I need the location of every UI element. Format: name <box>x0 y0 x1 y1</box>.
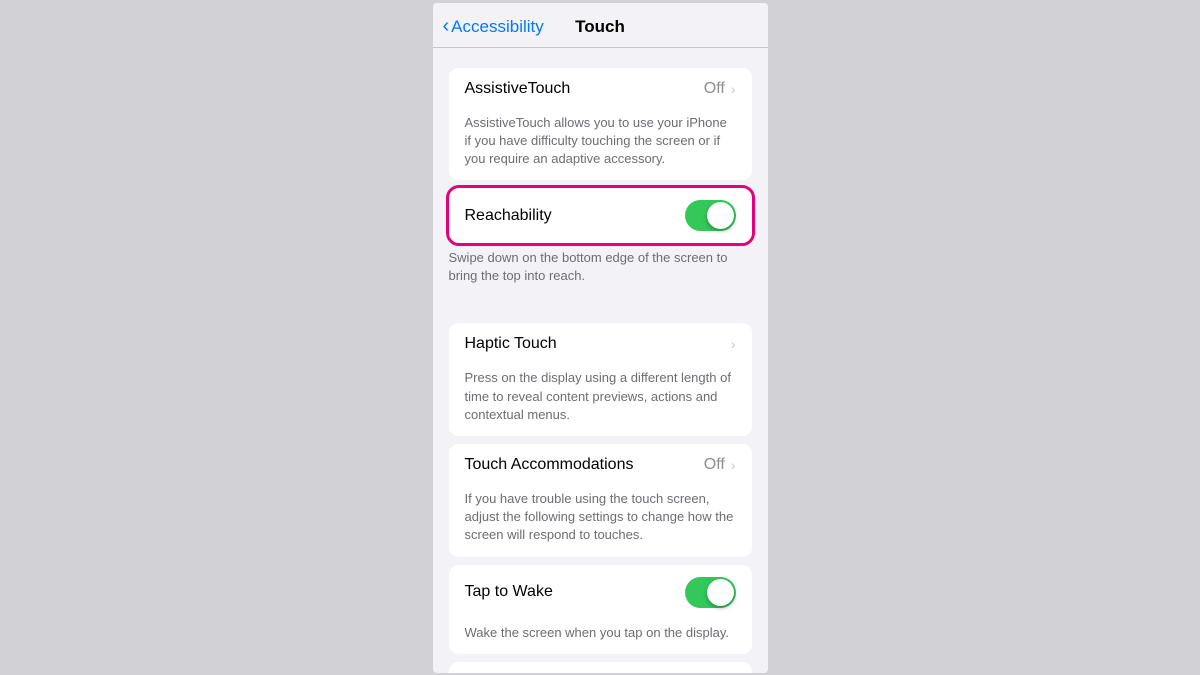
assistivetouch-card: AssistiveTouch Off › AssistiveTouch allo… <box>449 68 752 181</box>
touch-accommodations-card: Touch Accommodations Off › If you have t… <box>449 444 752 557</box>
back-button[interactable]: ‹ Accessibility <box>443 17 544 37</box>
page-title: Touch <box>575 17 625 37</box>
toggle-thumb <box>707 579 734 606</box>
chevron-right-icon: › <box>731 81 736 97</box>
chevron-right-icon: › <box>731 457 736 473</box>
tap-to-wake-row[interactable]: Tap to Wake <box>449 565 752 620</box>
touch-accommodations-right: Off › <box>704 456 736 474</box>
haptic-touch-row[interactable]: Haptic Touch › <box>449 323 752 365</box>
tap-to-wake-toggle[interactable] <box>685 577 736 608</box>
back-chevron-icon: ‹ <box>443 16 450 36</box>
reachability-description: Swipe down on the bottom edge of the scr… <box>433 243 768 295</box>
touch-accommodations-value: Off <box>704 456 725 474</box>
shake-to-undo-card: Shake to Undo If you tend to shake your … <box>449 662 752 673</box>
assistivetouch-row[interactable]: AssistiveTouch Off › <box>449 68 752 110</box>
assistivetouch-right: Off › <box>704 80 736 98</box>
shake-to-undo-row[interactable]: Shake to Undo <box>449 662 752 673</box>
assistivetouch-value: Off <box>704 80 725 98</box>
touch-accommodations-label: Touch Accommodations <box>465 456 634 474</box>
haptic-touch-description: Press on the display using a different l… <box>449 365 752 436</box>
haptic-touch-label: Haptic Touch <box>465 335 557 353</box>
tap-to-wake-description: Wake the screen when you tap on the disp… <box>449 620 752 654</box>
haptic-touch-right: › <box>729 336 736 352</box>
reachability-label: Reachability <box>465 207 552 225</box>
touch-accommodations-row[interactable]: Touch Accommodations Off › <box>449 444 752 486</box>
reachability-toggle[interactable] <box>685 200 736 231</box>
tap-to-wake-card: Tap to Wake Wake the screen when you tap… <box>449 565 752 654</box>
assistivetouch-description: AssistiveTouch allows you to use your iP… <box>449 110 752 181</box>
reachability-card: Reachability <box>449 188 752 243</box>
reachability-row[interactable]: Reachability <box>449 188 752 243</box>
phone-screen: ‹ Accessibility Touch AssistiveTouch Off… <box>433 3 768 673</box>
back-label: Accessibility <box>451 17 544 37</box>
toggle-thumb <box>707 202 734 229</box>
tap-to-wake-label: Tap to Wake <box>465 583 553 601</box>
nav-bar: ‹ Accessibility Touch <box>433 3 768 48</box>
chevron-right-icon: › <box>731 336 736 352</box>
haptic-touch-card: Haptic Touch › Press on the display usin… <box>449 323 752 436</box>
touch-accommodations-description: If you have trouble using the touch scre… <box>449 486 752 557</box>
assistivetouch-label: AssistiveTouch <box>465 80 571 98</box>
settings-content: AssistiveTouch Off › AssistiveTouch allo… <box>433 48 768 673</box>
